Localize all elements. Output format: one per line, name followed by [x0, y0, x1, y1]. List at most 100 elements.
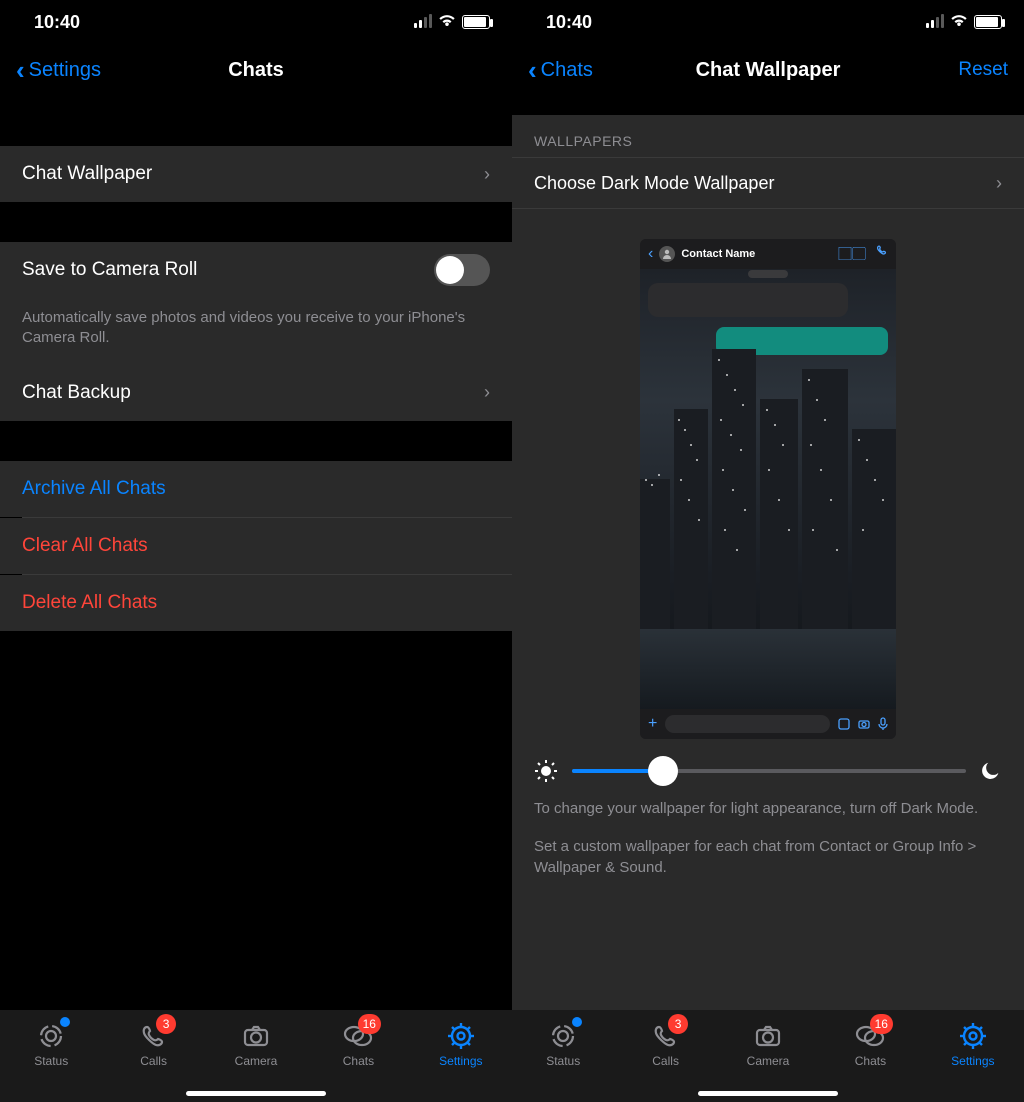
sun-icon	[534, 759, 558, 783]
tab-label: Status	[546, 1054, 580, 1068]
tab-status[interactable]: Status	[0, 1010, 102, 1080]
back-label: Chats	[541, 59, 593, 82]
tab-label: Camera	[235, 1054, 278, 1068]
wallpapers-section-header: WALLPAPERS	[512, 115, 1024, 157]
camera-icon	[858, 718, 870, 730]
chats-badge: 16	[870, 1014, 893, 1034]
chat-backup-row[interactable]: Chat Backup ›	[0, 365, 512, 421]
status-icon	[549, 1022, 577, 1050]
preview-contact-name: Contact Name	[681, 248, 755, 260]
tab-label: Settings	[439, 1054, 482, 1068]
calls-badge: 3	[156, 1014, 176, 1034]
chat-wallpaper-row[interactable]: Chat Wallpaper ›	[0, 146, 512, 202]
plus-icon: +	[648, 715, 657, 733]
hint-text-1: To change your wallpaper for light appea…	[512, 795, 1024, 823]
save-camera-roll-toggle[interactable]	[434, 254, 490, 286]
status-time: 10:40	[546, 12, 592, 33]
tab-camera[interactable]: Camera	[717, 1010, 819, 1080]
tab-calls[interactable]: 3 Calls	[614, 1010, 716, 1080]
preview-date-pill	[748, 270, 788, 278]
tab-chats[interactable]: 16 Chats	[307, 1010, 409, 1080]
nav-header: ‹ Settings Chats	[0, 44, 512, 96]
tab-status[interactable]: Status	[512, 1010, 614, 1080]
row-label: Chat Backup	[22, 382, 131, 404]
back-button[interactable]: ‹ Settings	[16, 57, 101, 83]
delete-all-chats-button[interactable]: Delete All Chats	[0, 575, 512, 631]
chevron-right-icon: ›	[484, 382, 490, 403]
chevron-left-icon: ‹	[648, 245, 653, 263]
status-bar: 10:40	[512, 0, 1024, 44]
save-camera-roll-row[interactable]: Save to Camera Roll	[0, 242, 512, 298]
reset-button[interactable]: Reset	[958, 59, 1008, 81]
clear-all-chats-button[interactable]: Clear All Chats	[0, 518, 512, 574]
preview-skyline	[640, 369, 896, 709]
gear-icon	[959, 1022, 987, 1050]
slider-knob[interactable]	[648, 756, 678, 786]
tab-label: Chats	[343, 1054, 374, 1068]
tab-label: Calls	[140, 1054, 167, 1068]
tab-label: Settings	[951, 1054, 994, 1068]
preview-header: ‹ Contact Name ⃞▢	[640, 239, 896, 269]
camera-icon	[242, 1022, 270, 1050]
hint-text-2: Set a custom wallpaper for each chat fro…	[512, 823, 1024, 882]
row-label: Choose Dark Mode Wallpaper	[534, 173, 774, 194]
video-call-icon: ⃞▢	[852, 244, 866, 264]
avatar-icon	[659, 246, 675, 262]
tab-chats[interactable]: 16 Chats	[819, 1010, 921, 1080]
row-label: Delete All Chats	[22, 592, 157, 614]
wifi-icon	[950, 12, 968, 33]
preview-incoming-bubble	[648, 283, 848, 317]
chevron-right-icon: ›	[996, 173, 1002, 194]
voice-call-icon	[876, 244, 888, 256]
tab-settings[interactable]: Settings	[922, 1010, 1024, 1080]
home-indicator[interactable]	[186, 1091, 326, 1096]
row-label: Chat Wallpaper	[22, 163, 152, 185]
chats-badge: 16	[358, 1014, 381, 1034]
phone-chat-wallpaper: 10:40 ‹ Chats Chat Wallpaper Reset WALLP…	[512, 0, 1024, 1102]
tab-label: Chats	[855, 1054, 886, 1068]
row-label: Clear All Chats	[22, 535, 148, 557]
signal-icon	[924, 12, 944, 33]
status-dot-badge	[572, 1017, 582, 1027]
signal-icon	[412, 12, 432, 33]
tab-label: Status	[34, 1054, 68, 1068]
chevron-left-icon: ‹	[16, 57, 25, 83]
battery-icon	[974, 15, 1002, 29]
gear-icon	[447, 1022, 475, 1050]
moon-icon	[980, 760, 1002, 782]
preview-water	[640, 629, 896, 709]
wifi-icon	[438, 12, 456, 33]
sticker-icon	[838, 718, 850, 730]
preview-input-bar: +	[640, 709, 896, 739]
chevron-left-icon: ‹	[528, 57, 537, 83]
chevron-right-icon: ›	[484, 164, 490, 185]
tab-camera[interactable]: Camera	[205, 1010, 307, 1080]
save-camera-roll-desc: Automatically save photos and videos you…	[0, 298, 512, 365]
tab-label: Camera	[747, 1054, 790, 1068]
battery-icon	[462, 15, 490, 29]
calls-badge: 3	[668, 1014, 688, 1034]
preview-wallpaper	[640, 269, 896, 709]
home-indicator[interactable]	[698, 1091, 838, 1096]
status-icon	[37, 1022, 65, 1050]
brightness-slider-row	[512, 739, 1024, 795]
back-button[interactable]: ‹ Chats	[528, 57, 593, 83]
tab-settings[interactable]: Settings	[410, 1010, 512, 1080]
choose-dark-wallpaper-row[interactable]: Choose Dark Mode Wallpaper ›	[512, 157, 1024, 209]
nav-header: ‹ Chats Chat Wallpaper Reset	[512, 44, 1024, 96]
back-label: Settings	[29, 59, 101, 82]
wallpaper-preview: ‹ Contact Name ⃞▢	[640, 239, 896, 739]
row-label: Archive All Chats	[22, 478, 166, 500]
tab-bar: Status 3 Calls Camera 16 Chats Settings	[0, 1010, 512, 1102]
archive-all-chats-button[interactable]: Archive All Chats	[0, 461, 512, 517]
row-label: Save to Camera Roll	[22, 259, 197, 281]
status-time: 10:40	[34, 12, 80, 33]
preview-text-input	[665, 715, 830, 733]
tab-calls[interactable]: 3 Calls	[102, 1010, 204, 1080]
mic-icon	[878, 717, 888, 731]
tab-label: Calls	[652, 1054, 679, 1068]
phone-chats-settings: 10:40 ‹ Settings Chats Chat Wallpaper › …	[0, 0, 512, 1102]
tab-bar: Status 3 Calls Camera 16 Chats Settings	[512, 1010, 1024, 1102]
brightness-slider[interactable]	[572, 769, 966, 773]
camera-icon	[754, 1022, 782, 1050]
